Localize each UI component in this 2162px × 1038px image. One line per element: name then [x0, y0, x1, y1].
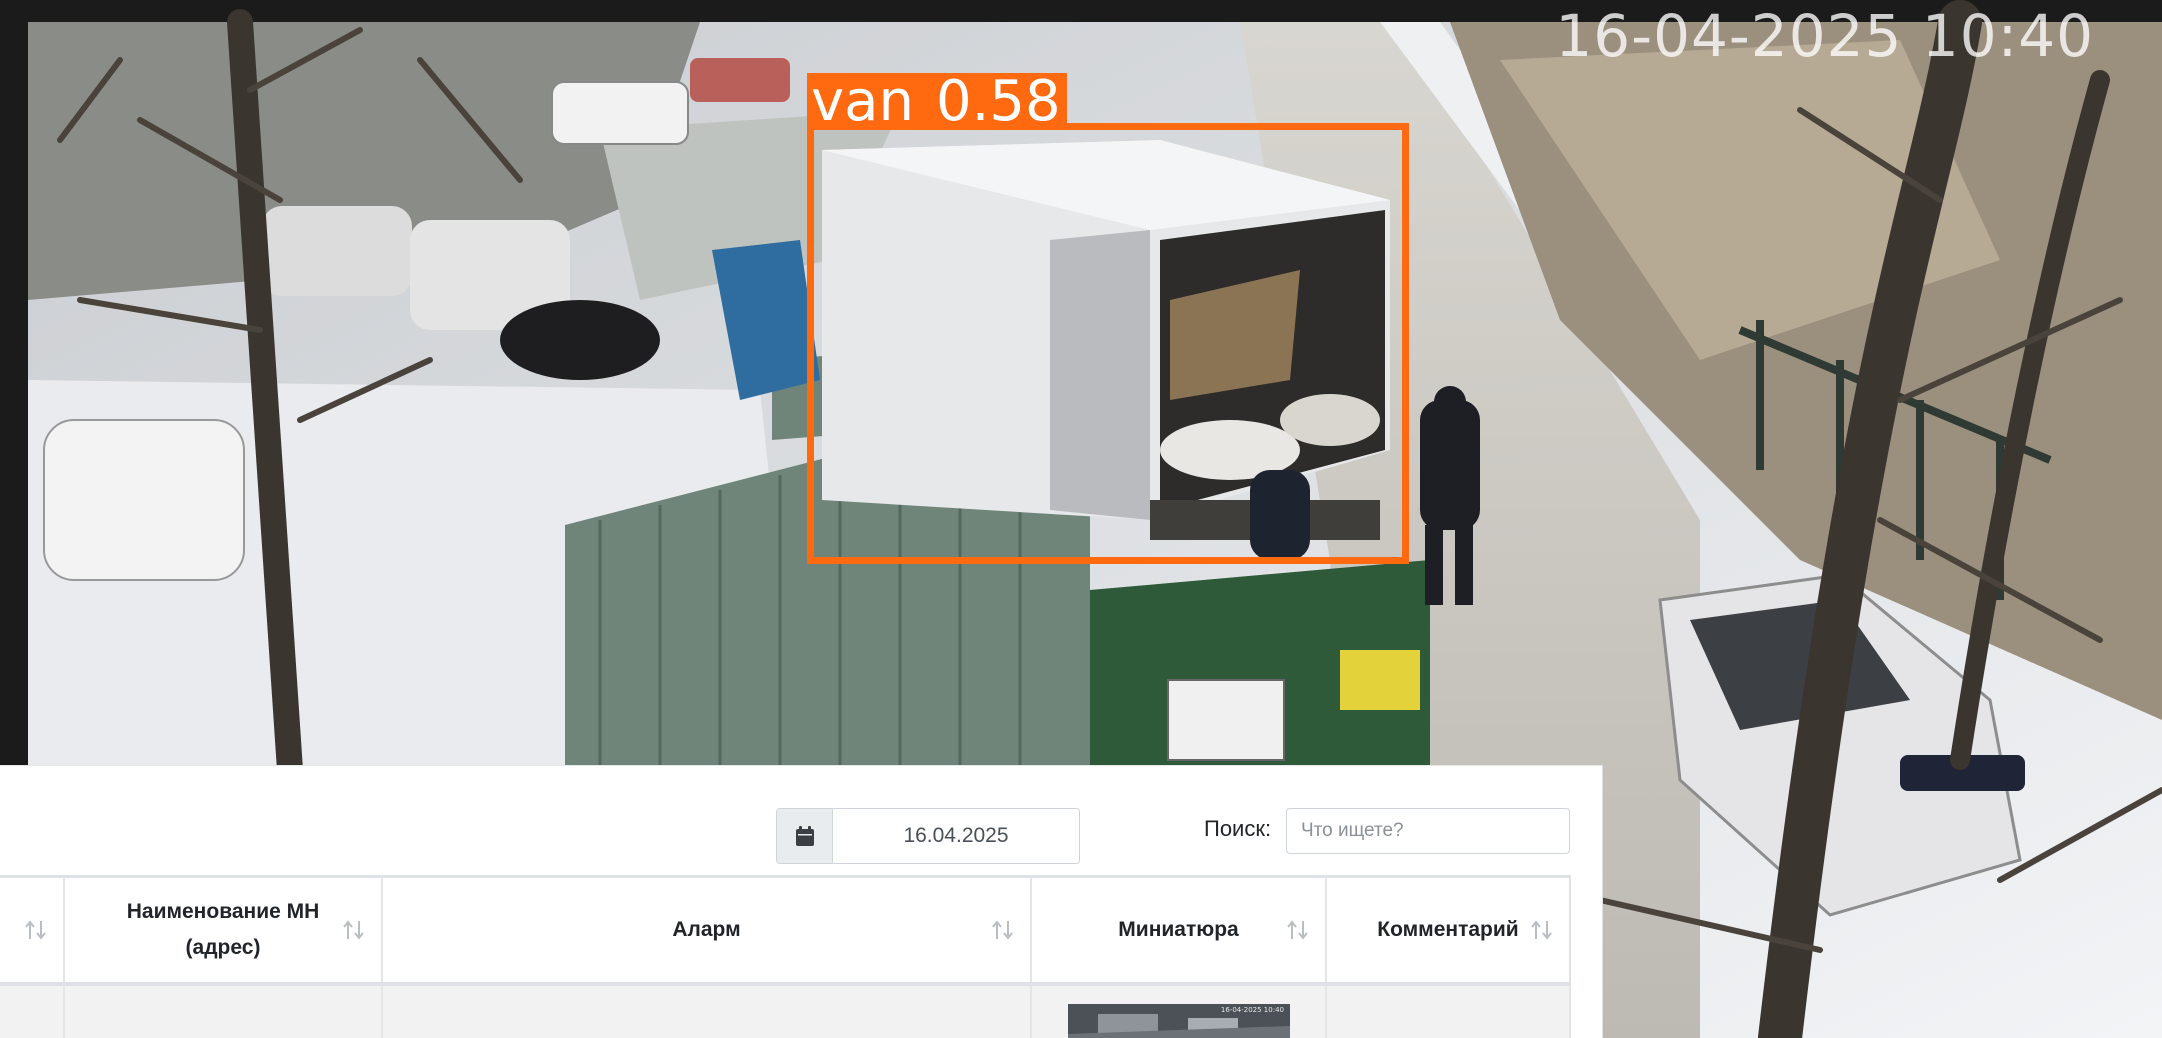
- thumbnail-timestamp: 16-04-2025 10:40: [1220, 1005, 1284, 1014]
- search-label: Поиск:: [1204, 816, 1272, 841]
- column-label: Аларм: [672, 917, 741, 941]
- column-header-alarm[interactable]: Аларм: [382, 875, 1032, 986]
- column-label: Наименование МН (адрес): [126, 899, 320, 959]
- thumbnail-image[interactable]: 16-04-2025 10:40: [1068, 1003, 1290, 1038]
- detection-confidence: 0.58: [935, 69, 1061, 134]
- calendar-icon: [795, 826, 814, 846]
- detection-box: [807, 123, 1409, 564]
- detection-label: van 0.58: [807, 73, 1067, 130]
- table-cell: [64, 983, 383, 1038]
- table-cell: [0, 983, 65, 1038]
- date-picker[interactable]: [776, 808, 1080, 864]
- alarm-table: Наименование МН (адрес) Аларм Миниатюра …: [0, 875, 1571, 1038]
- calendar-button[interactable]: [777, 809, 833, 863]
- column-header-name-address[interactable]: Наименование МН (адрес): [64, 875, 383, 986]
- search-input[interactable]: [1286, 808, 1570, 854]
- table-row[interactable]: 16-04-2025 10:40: [0, 983, 1571, 1038]
- table-cell: [382, 983, 1032, 1038]
- column-label: Комментарий: [1377, 917, 1519, 941]
- table-cell-thumbnail: 16-04-2025 10:40: [1031, 983, 1327, 1038]
- column-header-thumbnail[interactable]: Миниатюра: [1031, 875, 1327, 986]
- date-field[interactable]: [833, 809, 1079, 863]
- table-header-row: Наименование МН (адрес) Аларм Миниатюра …: [0, 875, 1571, 986]
- alarm-table-panel: Поиск: Наименование МН (адрес) Аларм: [0, 765, 1603, 1038]
- sort-arrows-icon[interactable]: [1529, 919, 1555, 941]
- sort-arrows-icon[interactable]: [341, 919, 367, 941]
- table-cell: [1326, 983, 1571, 1038]
- sort-arrows-icon[interactable]: [23, 919, 49, 941]
- column-label: Миниатюра: [1118, 917, 1239, 941]
- column-header-comment[interactable]: Комментарий: [1326, 875, 1571, 986]
- sort-arrows-icon[interactable]: [1285, 919, 1311, 941]
- sort-arrows-icon[interactable]: [990, 919, 1016, 941]
- column-header-first[interactable]: [0, 875, 65, 986]
- screen: 16-04-2025 10:40 van0.58 Поиск:: [0, 0, 2162, 1038]
- camera-timestamp: 16-04-2025 10:40: [1555, 2, 2094, 70]
- detection-class: van: [811, 69, 914, 134]
